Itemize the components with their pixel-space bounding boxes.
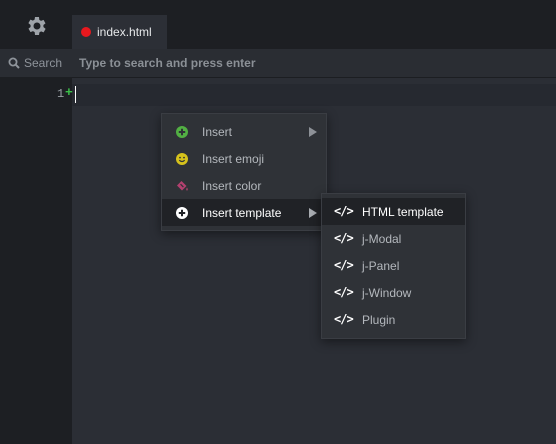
plus-circle-icon bbox=[176, 126, 188, 138]
search-icon bbox=[8, 57, 20, 69]
code-icon: </> bbox=[334, 312, 354, 326]
template-submenu: </> HTML template </> j-Modal </> j-Pane… bbox=[321, 193, 466, 339]
line-number: 1 bbox=[57, 87, 65, 101]
menu-item-insert-color[interactable]: Insert color bbox=[162, 172, 326, 199]
submenu-arrow-icon bbox=[309, 127, 317, 137]
menu-item-label: Insert template bbox=[202, 205, 282, 220]
menu-item-label: Insert color bbox=[202, 178, 262, 193]
submenu-arrow-icon bbox=[309, 208, 317, 218]
submenu-item-label: Plugin bbox=[362, 312, 396, 327]
submenu-item-j-window[interactable]: </> j-Window bbox=[322, 279, 465, 306]
submenu-item-label: HTML template bbox=[362, 204, 444, 219]
current-line-highlight bbox=[72, 84, 556, 106]
submenu-item-html-template[interactable]: </> HTML template bbox=[322, 198, 465, 225]
tab-label: index.html bbox=[97, 25, 152, 39]
submenu-item-plugin[interactable]: </> Plugin bbox=[322, 306, 465, 333]
code-icon: </> bbox=[334, 258, 354, 272]
code-icon: </> bbox=[334, 285, 354, 299]
smiley-icon bbox=[176, 153, 188, 165]
menu-item-label: Insert bbox=[202, 124, 233, 139]
unsaved-dot-icon bbox=[81, 27, 91, 37]
paint-bucket-icon bbox=[177, 181, 188, 191]
tab-bar: index.html bbox=[72, 0, 556, 49]
gear-icon[interactable] bbox=[24, 14, 48, 38]
submenu-item-label: j-Window bbox=[362, 285, 412, 300]
context-menu: Insert Insert emoji Insert color Insert … bbox=[161, 113, 327, 231]
submenu-item-j-modal[interactable]: </> j-Modal bbox=[322, 225, 465, 252]
sidebar-search[interactable]: Search bbox=[0, 49, 72, 77]
menu-item-label: Insert emoji bbox=[202, 151, 265, 166]
code-icon: </> bbox=[334, 204, 354, 218]
sidebar-search-label: Search bbox=[24, 56, 63, 70]
text-caret bbox=[75, 86, 76, 103]
submenu-item-j-panel[interactable]: </> j-Panel bbox=[322, 252, 465, 279]
sidebar: Search bbox=[0, 0, 72, 444]
menu-item-insert[interactable]: Insert bbox=[162, 118, 326, 145]
search-placeholder: Type to search and press enter bbox=[79, 56, 256, 70]
submenu-item-label: j-Panel bbox=[362, 258, 400, 273]
menu-item-insert-emoji[interactable]: Insert emoji bbox=[162, 145, 326, 172]
added-line-marker: + bbox=[65, 85, 73, 100]
plus-circle-icon bbox=[176, 207, 188, 219]
menu-item-insert-template[interactable]: Insert template bbox=[162, 199, 326, 226]
search-input[interactable]: Type to search and press enter bbox=[72, 49, 556, 78]
code-icon: </> bbox=[334, 231, 354, 245]
tab-index-html[interactable]: index.html bbox=[72, 15, 167, 49]
submenu-item-label: j-Modal bbox=[362, 231, 402, 246]
